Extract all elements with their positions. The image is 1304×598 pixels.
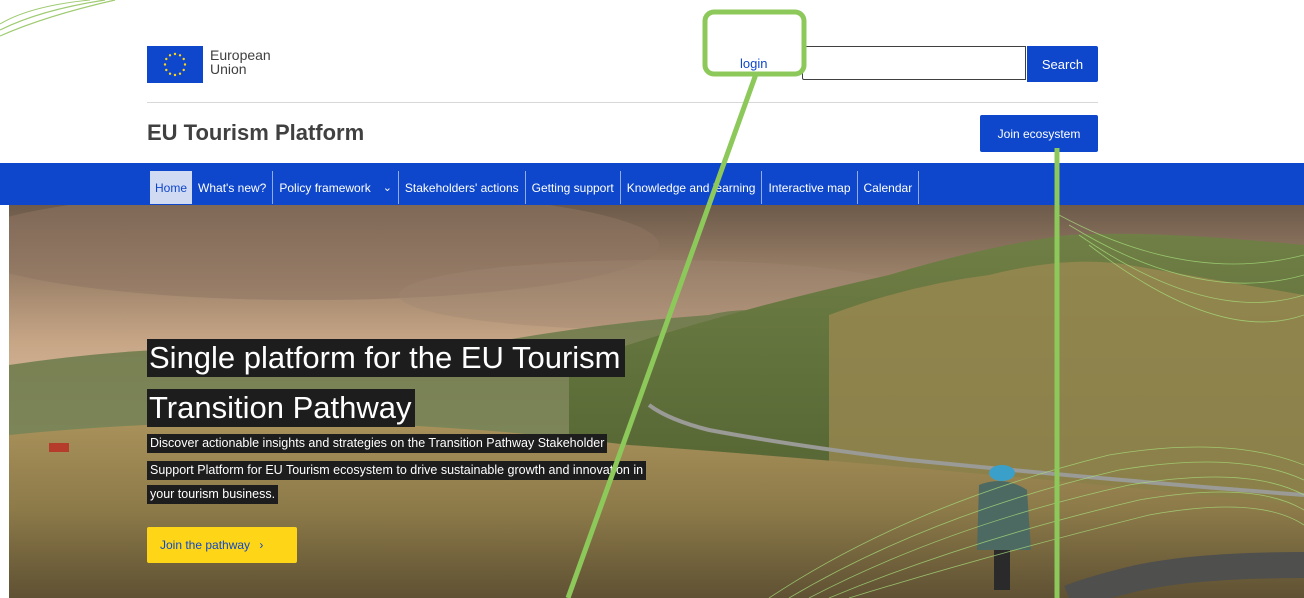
join-the-pathway-button[interactable]: Join the pathway › bbox=[147, 527, 297, 563]
eu-flag-icon[interactable] bbox=[147, 46, 203, 83]
hero-description-line-1: Discover actionable insights and strateg… bbox=[147, 434, 608, 453]
login-link[interactable]: login bbox=[740, 56, 767, 71]
hero-description-line-2: Support Platform for EU Tourism ecosyste… bbox=[147, 461, 647, 480]
nav-label: Interactive map bbox=[768, 180, 851, 195]
logo-line1: European bbox=[210, 47, 271, 63]
decorative-swoosh bbox=[0, 0, 116, 37]
search-input[interactable] bbox=[802, 46, 1026, 80]
nav-label: Calendar bbox=[863, 180, 913, 195]
header-divider bbox=[147, 102, 1098, 103]
chevron-right-icon: › bbox=[259, 538, 264, 552]
nav-label: Policy framework bbox=[279, 180, 371, 195]
nav-item-home[interactable]: Home bbox=[150, 171, 193, 204]
nav-item-stakeholders-actions[interactable]: Stakeholders' actions bbox=[399, 171, 526, 204]
search-button[interactable]: Search bbox=[1027, 46, 1098, 82]
nav-item-whats-new[interactable]: What's new? bbox=[192, 171, 274, 204]
logo-line2: Union bbox=[210, 61, 247, 77]
nav-label: Home bbox=[155, 180, 188, 195]
main-navigation: Home What's new? Policy framework ⌄ Stak… bbox=[150, 171, 920, 204]
hero-headline-line-1: Single platform for the EU Tourism bbox=[147, 339, 625, 377]
nav-label: Stakeholders' actions bbox=[404, 180, 519, 195]
cta-label: Join the pathway bbox=[160, 538, 251, 552]
nav-item-getting-support[interactable]: Getting support bbox=[526, 171, 621, 204]
eu-logo-text: European Union bbox=[210, 48, 271, 76]
nav-item-interactive-map[interactable]: Interactive map bbox=[762, 171, 858, 204]
join-ecosystem-button[interactable]: Join ecosystem bbox=[980, 115, 1098, 152]
hero-description-line-3: your tourism business. bbox=[147, 485, 279, 504]
nav-label: What's new? bbox=[198, 180, 267, 195]
hero-headline-line-2: Transition Pathway bbox=[147, 389, 416, 427]
nav-item-knowledge-and-learning[interactable]: Knowledge and learning bbox=[621, 171, 763, 204]
nav-item-policy-framework[interactable]: Policy framework ⌄ bbox=[273, 171, 399, 204]
chevron-down-icon[interactable]: ⌄ bbox=[383, 181, 392, 194]
nav-item-calendar[interactable]: Calendar bbox=[858, 171, 920, 204]
nav-label: Knowledge and learning bbox=[626, 180, 756, 195]
site-title[interactable]: EU Tourism Platform bbox=[147, 120, 364, 146]
nav-label: Getting support bbox=[531, 180, 614, 195]
